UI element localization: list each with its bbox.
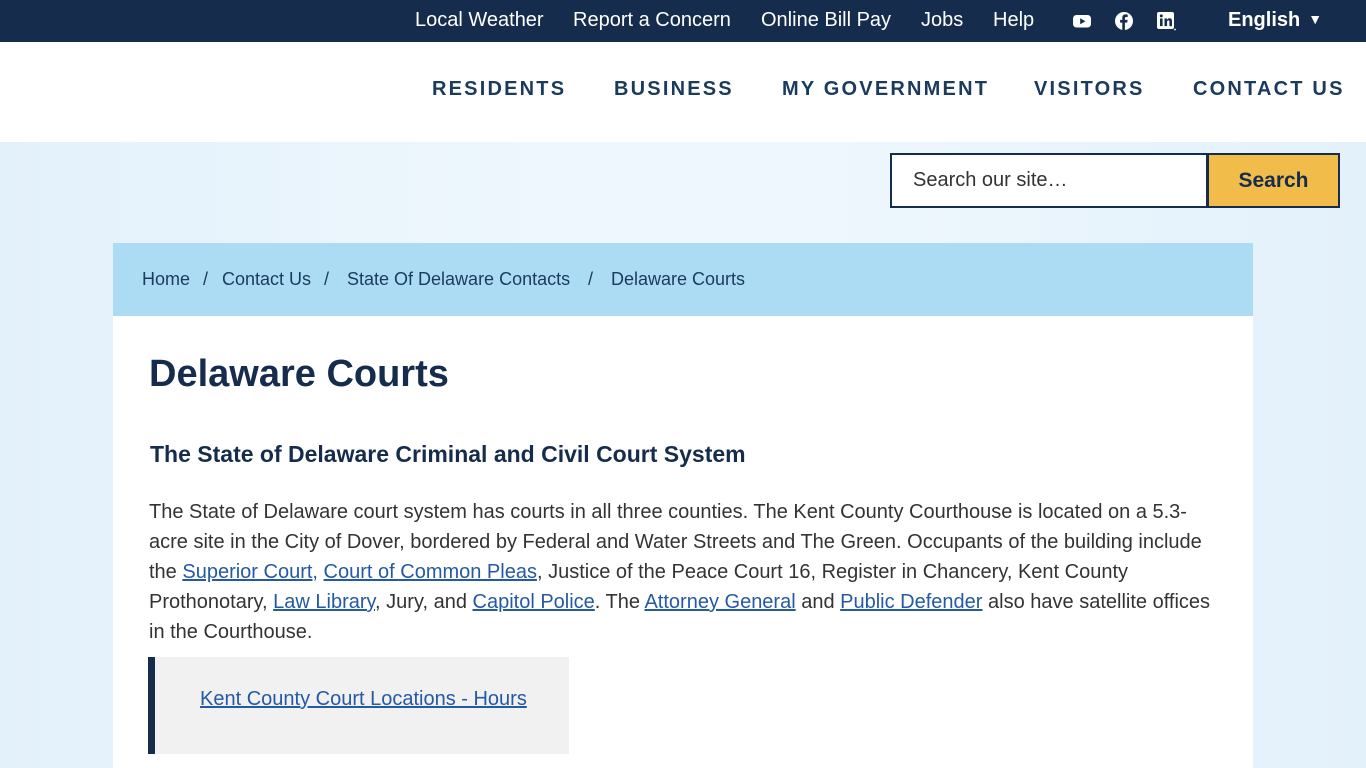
breadcrumb-state-of-delaware-contacts[interactable]: State Of Delaware Contacts: [347, 269, 570, 290]
site-search: Search: [890, 153, 1340, 208]
breadcrumb-contact-us[interactable]: Contact Us: [222, 269, 311, 290]
court-system-paragraph: The State of Delaware court system has c…: [149, 497, 1221, 647]
nav-item-contact-us[interactable]: CONTACT US: [1193, 78, 1345, 101]
youtube-icon[interactable]: [1072, 11, 1092, 31]
search-button[interactable]: Search: [1207, 153, 1340, 208]
paragraph-text: and: [795, 591, 841, 613]
breadcrumb-separator: /: [324, 269, 330, 289]
capitol-police-link[interactable]: Capitol Police: [473, 591, 595, 613]
paragraph-text: . The: [594, 591, 645, 613]
callout-box: Kent County Court Locations - Hours: [148, 657, 569, 754]
report-a-concern-link[interactable]: Report a Concern: [573, 0, 731, 42]
utility-bar: Local Weather Report a Concern Online Bi…: [0, 0, 1366, 42]
jobs-link[interactable]: Jobs: [921, 0, 963, 42]
language-selector[interactable]: English ▼: [1228, 0, 1322, 42]
law-library-link[interactable]: Law Library: [273, 591, 375, 613]
nav-item-business[interactable]: BUSINESS: [614, 78, 734, 101]
language-label: English: [1228, 9, 1301, 31]
main-content: Delaware Courts The State of Delaware Cr…: [113, 316, 1253, 768]
section-heading: The State of Delaware Criminal and Civil…: [150, 441, 746, 467]
breadcrumb-separator: /: [203, 269, 209, 289]
breadcrumb-home[interactable]: Home: [142, 269, 190, 290]
online-bill-pay-link[interactable]: Online Bill Pay: [761, 0, 891, 42]
nav-item-residents[interactable]: RESIDENTS: [432, 78, 566, 101]
paragraph-text: , Jury, and: [375, 591, 473, 613]
facebook-icon[interactable]: [1114, 11, 1134, 31]
breadcrumb: Home / Contact Us / State Of Delaware Co…: [113, 243, 1253, 316]
nav-item-my-government[interactable]: MY GOVERNMENT: [782, 78, 989, 101]
breadcrumb-current-page: Delaware Courts: [611, 269, 746, 289]
attorney-general-link[interactable]: Attorney General: [644, 591, 795, 613]
main-navigation: RESIDENTS BUSINESS MY GOVERNMENT VISITOR…: [0, 42, 1366, 142]
page-title: Delaware Courts: [149, 353, 449, 395]
search-input[interactable]: [890, 153, 1208, 208]
linkedin-icon[interactable]: [1156, 11, 1176, 31]
superior-court-link[interactable]: Superior Court,: [182, 561, 318, 583]
breadcrumb-separator: /: [588, 269, 594, 289]
public-defender-link[interactable]: Public Defender: [840, 591, 982, 613]
kent-county-court-locations-link[interactable]: Kent County Court Locations - Hours: [200, 688, 527, 711]
local-weather-link[interactable]: Local Weather: [415, 0, 544, 42]
chevron-down-icon: ▼: [1308, 11, 1323, 27]
court-of-common-pleas-link[interactable]: Court of Common Pleas: [324, 561, 537, 583]
help-link[interactable]: Help: [993, 0, 1034, 42]
nav-item-visitors[interactable]: VISITORS: [1034, 78, 1145, 101]
